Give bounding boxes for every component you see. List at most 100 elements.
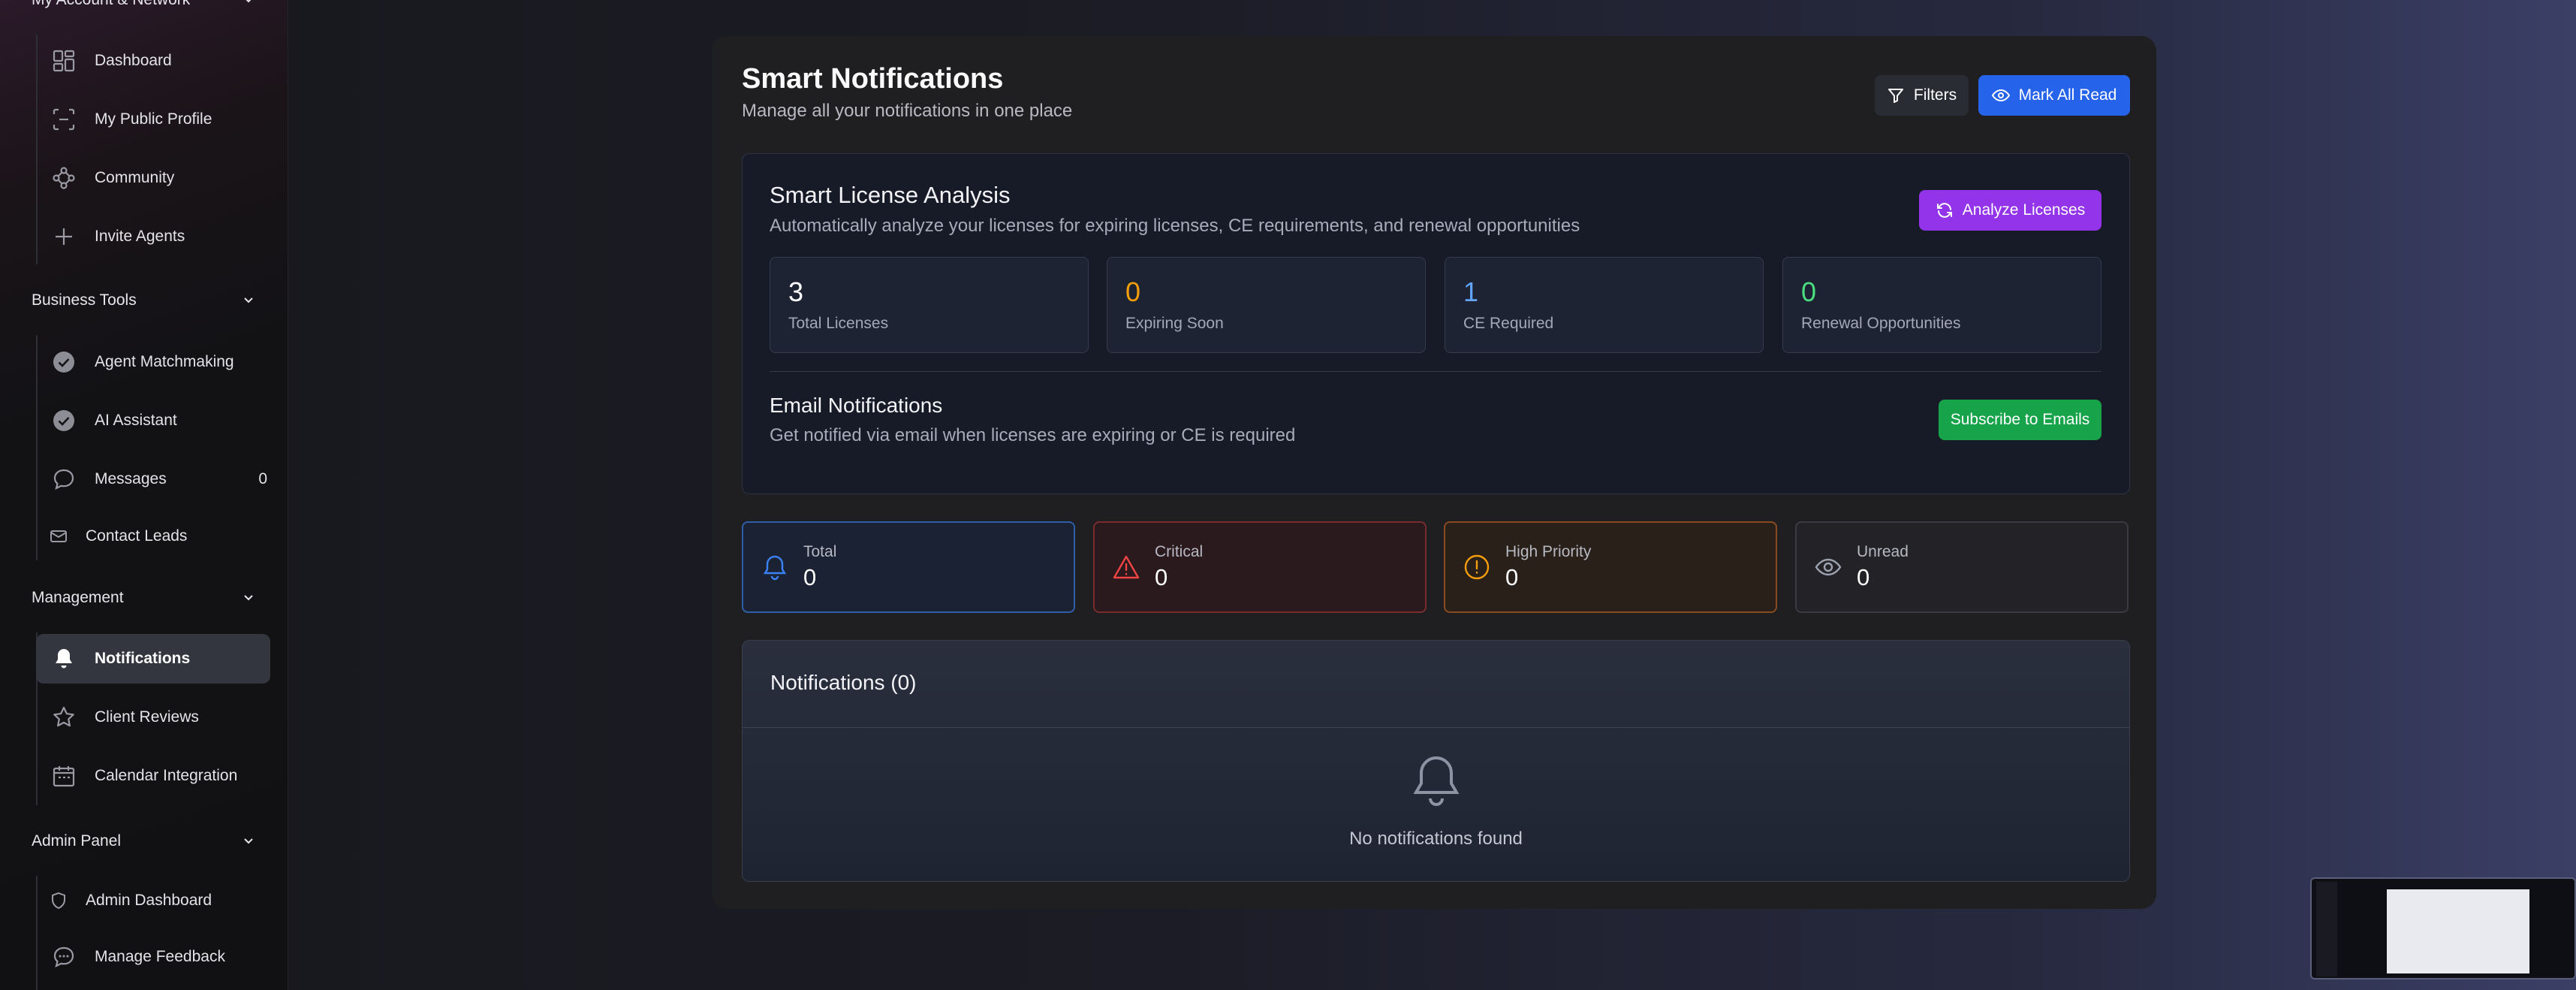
count-card-unread[interactable]: Unread 0 — [1795, 521, 2129, 613]
email-notifications-title: Email Notifications — [770, 394, 943, 417]
notifications-header: Notifications (0) — [743, 641, 2129, 728]
sidebar-item-agent-matchmaking[interactable]: Agent Matchmaking — [36, 337, 270, 387]
chevron-down-icon — [244, 595, 253, 601]
section-title: Admin Panel — [32, 832, 122, 850]
chat-bubble-icon — [51, 466, 77, 492]
sidebar-item-label: My Public Profile — [95, 110, 212, 128]
count-value: 0 — [1857, 564, 1870, 590]
bell-icon — [1413, 756, 1460, 806]
chevron-down-icon — [244, 297, 253, 303]
subscribe-emails-label: Subscribe to Emails — [1950, 411, 2090, 428]
section-header-account[interactable]: My Account & Network — [32, 0, 256, 9]
notifications-card: Notifications (0) No notifications found — [742, 640, 2130, 882]
sidebar: My Account & Network Dashboard My Public… — [0, 0, 288, 990]
sidebar-item-dashboard[interactable]: Dashboard — [36, 36, 270, 86]
mark-all-read-label: Mark All Read — [2018, 86, 2117, 104]
analyze-licenses-button[interactable]: Analyze Licenses — [1919, 190, 2101, 231]
stat-value: 0 — [1125, 276, 1141, 307]
bell-icon — [51, 646, 77, 672]
sidebar-item-calendar-integration[interactable]: Calendar Integration — [36, 751, 270, 801]
sidebar-item-label: Admin Dashboard — [86, 892, 212, 909]
alert-circle-icon — [1464, 554, 1490, 580]
eye-icon — [1815, 558, 1842, 576]
divider — [770, 371, 2101, 372]
plus-icon — [51, 224, 77, 249]
check-circle-icon — [51, 349, 77, 375]
license-analysis-subtitle: Automatically analyze your licenses for … — [770, 216, 1580, 236]
sidebar-item-label: Invite Agents — [95, 228, 185, 245]
sidebar-item-label: Agent Matchmaking — [95, 353, 234, 370]
check-circle-icon — [51, 408, 77, 433]
sidebar-item-messages[interactable]: Messages 0 — [36, 454, 270, 504]
page-title: Smart Notifications — [742, 63, 1004, 95]
count-value: 0 — [1155, 564, 1168, 590]
sidebar-item-community[interactable]: Community — [36, 153, 270, 203]
stat-value: 3 — [788, 276, 804, 307]
refresh-icon — [1936, 203, 1952, 218]
chevron-down-icon — [246, 0, 252, 3]
calendar-icon — [51, 763, 77, 789]
analyze-licenses-label: Analyze Licenses — [1962, 201, 2086, 219]
stat-expiring-soon: 0 Expiring Soon — [1107, 257, 1426, 353]
section-title: Business Tools — [32, 291, 137, 309]
license-analysis-title: Smart License Analysis — [770, 182, 1011, 208]
count-label: Total — [803, 543, 837, 560]
stat-label: Total Licenses — [788, 315, 889, 332]
empty-state-text: No notifications found — [1349, 829, 1523, 849]
sidebar-item-admin-dashboard[interactable]: Admin Dashboard — [36, 876, 270, 925]
stat-label: Renewal Opportunities — [1801, 315, 1961, 332]
section-header-admin-panel[interactable]: Admin Panel — [32, 832, 256, 850]
count-label: Critical — [1155, 543, 1204, 560]
minimap-thumbnail[interactable] — [2310, 877, 2576, 979]
stat-renewal-opportunities: 0 Renewal Opportunities — [1782, 257, 2101, 353]
alert-triangle-icon — [1113, 555, 1140, 579]
mail-icon — [50, 524, 68, 549]
chevron-down-icon — [244, 838, 253, 844]
sidebar-item-public-profile[interactable]: My Public Profile — [36, 95, 270, 144]
sidebar-item-ai-assistant[interactable]: AI Assistant — [36, 396, 270, 445]
count-card-total[interactable]: Total 0 — [742, 521, 1075, 613]
subscribe-emails-button[interactable]: Subscribe to Emails — [1939, 400, 2101, 440]
bell-icon — [763, 555, 787, 581]
count-value: 0 — [803, 564, 817, 590]
stat-label: Expiring Soon — [1125, 315, 1224, 332]
mark-all-read-button[interactable]: Mark All Read — [1978, 75, 2130, 116]
section-title: My Account & Network — [32, 0, 190, 9]
count-card-high-priority[interactable]: High Priority 0 — [1444, 521, 1777, 613]
stat-value: 1 — [1463, 276, 1479, 307]
section-title: Management — [32, 589, 124, 606]
minimap-content — [2387, 889, 2529, 973]
stat-value: 0 — [1801, 276, 1817, 307]
filters-button[interactable]: Filters — [1875, 75, 1969, 116]
sidebar-item-invite-agents[interactable]: Invite Agents — [36, 212, 270, 261]
network-icon — [51, 165, 77, 191]
stat-total-licenses: 3 Total Licenses — [770, 257, 1089, 353]
star-icon — [51, 705, 77, 730]
sidebar-item-contact-leads[interactable]: Contact Leads — [36, 512, 270, 561]
sidebar-item-client-reviews[interactable]: Client Reviews — [36, 693, 270, 742]
count-label: Unread — [1857, 543, 1909, 560]
section-header-business-tools[interactable]: Business Tools — [32, 291, 256, 309]
count-card-critical[interactable]: Critical 0 — [1093, 521, 1427, 613]
sidebar-item-notifications[interactable]: Notifications — [36, 634, 270, 684]
profile-scan-icon — [51, 107, 77, 132]
sidebar-item-label: Client Reviews — [95, 708, 199, 726]
minimap-sidebar — [2316, 882, 2337, 976]
sidebar-item-label: AI Assistant — [95, 412, 177, 429]
count-label: High Priority — [1505, 543, 1592, 560]
eye-icon — [1991, 89, 2010, 102]
shield-icon — [50, 888, 68, 913]
page-subtitle: Manage all your notifications in one pla… — [742, 101, 1073, 121]
sidebar-item-manage-feedback[interactable]: Manage Feedback — [36, 932, 270, 982]
sidebar-item-label: Messages — [95, 470, 167, 487]
dashboard-grid-icon — [51, 48, 77, 74]
count-value: 0 — [1505, 564, 1519, 590]
section-header-management[interactable]: Management — [32, 589, 256, 607]
stat-ce-required: 1 CE Required — [1445, 257, 1764, 353]
sidebar-item-label: Calendar Integration — [95, 767, 238, 784]
sidebar-item-label: Manage Feedback — [95, 948, 225, 965]
notifications-title: Notifications (0) — [770, 671, 917, 694]
filters-label: Filters — [1913, 86, 1957, 104]
chat-bubble-icon — [51, 944, 77, 970]
stat-label: CE Required — [1463, 315, 1554, 332]
